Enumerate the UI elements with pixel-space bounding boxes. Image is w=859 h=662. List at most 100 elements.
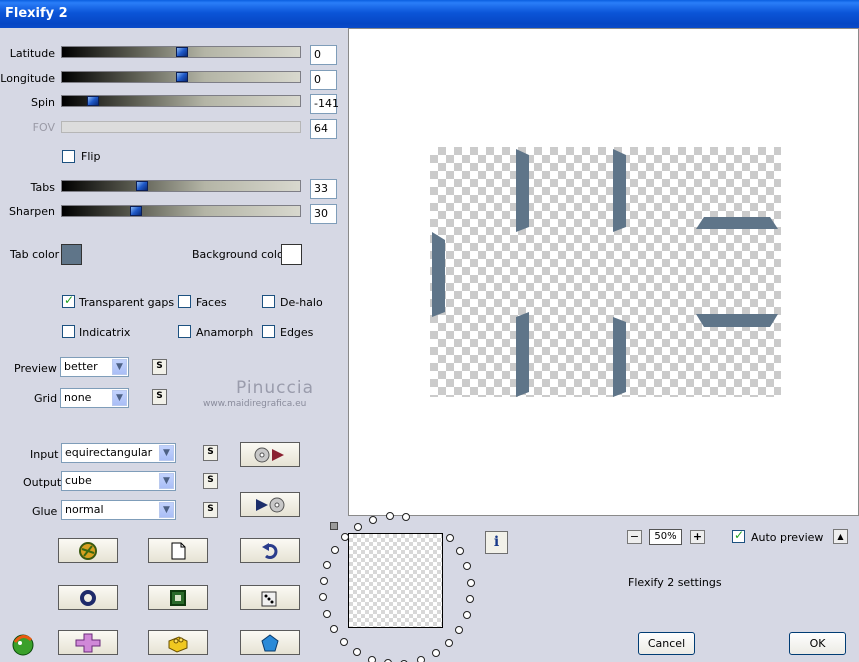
de-halo-checkbox[interactable] bbox=[262, 295, 275, 308]
longitude-field[interactable]: 0 bbox=[310, 70, 337, 90]
anamorph-checkbox[interactable] bbox=[178, 325, 191, 338]
info-button[interactable]: i bbox=[485, 531, 508, 554]
latitude-slider-thumb[interactable] bbox=[176, 47, 188, 57]
brick-button[interactable] bbox=[148, 630, 208, 655]
spin-field[interactable]: -141 bbox=[310, 94, 339, 114]
tab-color-label: Tab color bbox=[10, 248, 60, 261]
longitude-slider[interactable] bbox=[61, 71, 301, 83]
tab-color-swatch[interactable] bbox=[61, 244, 82, 265]
input-s-button[interactable]: S bbox=[203, 445, 218, 461]
pentagon-button[interactable] bbox=[240, 630, 300, 655]
randomize-button[interactable] bbox=[58, 538, 118, 563]
chevron-down-icon[interactable]: ▼ bbox=[112, 390, 127, 406]
cross-button[interactable] bbox=[58, 630, 118, 655]
longitude-slider-thumb[interactable] bbox=[176, 72, 188, 82]
square-button[interactable] bbox=[148, 585, 208, 610]
grid-s-button[interactable]: S bbox=[152, 389, 167, 405]
sharpen-label: Sharpen bbox=[9, 205, 55, 218]
latitude-slider[interactable] bbox=[61, 46, 301, 58]
output-s-button[interactable]: S bbox=[203, 473, 218, 489]
dial-dot[interactable] bbox=[367, 655, 376, 662]
glue-label: Glue bbox=[32, 505, 58, 518]
undo-button[interactable] bbox=[240, 538, 300, 563]
undo-icon bbox=[262, 542, 278, 559]
cube-tabs-graphic bbox=[432, 149, 778, 397]
dial-dot[interactable] bbox=[319, 576, 328, 585]
dial-dot[interactable] bbox=[339, 637, 348, 646]
dial-dot[interactable] bbox=[352, 648, 361, 657]
tabs-field[interactable]: 33 bbox=[310, 179, 337, 199]
dial-dot[interactable] bbox=[446, 534, 455, 543]
ok-button[interactable]: OK bbox=[789, 632, 846, 655]
collapse-button[interactable]: ▲ bbox=[833, 529, 848, 544]
sharpen-field[interactable]: 30 bbox=[310, 204, 337, 224]
thumbnail-preview[interactable] bbox=[348, 533, 443, 628]
zoom-out-button[interactable]: − bbox=[627, 530, 642, 544]
sharpen-slider[interactable] bbox=[61, 205, 301, 217]
tabs-slider-thumb[interactable] bbox=[136, 181, 148, 191]
dial-dot[interactable] bbox=[319, 593, 328, 602]
pentagon-icon bbox=[261, 633, 279, 651]
input-select[interactable]: equirectangular ▼ bbox=[61, 443, 176, 463]
load-input-button[interactable] bbox=[240, 442, 300, 467]
dial-dot[interactable] bbox=[329, 624, 338, 633]
new-button[interactable] bbox=[148, 538, 208, 563]
glue-s-button[interactable]: S bbox=[203, 502, 218, 518]
transparent-gaps-label: Transparent gaps bbox=[79, 296, 175, 309]
anamorph-label: Anamorph bbox=[196, 326, 254, 339]
transparent-gaps-checkbox[interactable]: ✓ bbox=[62, 293, 75, 308]
grid-select[interactable]: none ▼ bbox=[60, 388, 129, 408]
auto-preview-checkbox[interactable]: ✓ bbox=[732, 528, 745, 543]
chevron-down-icon[interactable]: ▼ bbox=[159, 473, 174, 489]
dial-dot[interactable] bbox=[431, 649, 440, 658]
dial-dot[interactable] bbox=[354, 522, 363, 531]
latitude-field[interactable]: 0 bbox=[310, 45, 337, 65]
dial-dot[interactable] bbox=[330, 545, 339, 554]
dial-dot[interactable] bbox=[463, 562, 472, 571]
dial-dot[interactable] bbox=[369, 515, 378, 524]
window-title: Flexify 2 bbox=[5, 6, 68, 21]
output-select[interactable]: cube ▼ bbox=[61, 471, 176, 491]
tabs-slider[interactable] bbox=[61, 180, 301, 192]
chevron-down-icon[interactable]: ▼ bbox=[112, 359, 127, 375]
dial-dot[interactable] bbox=[466, 578, 475, 587]
spin-slider-thumb[interactable] bbox=[87, 96, 99, 106]
brick-icon bbox=[168, 635, 188, 653]
play-disc-icon bbox=[256, 497, 285, 512]
chevron-down-icon[interactable]: ▼ bbox=[159, 445, 174, 461]
save-output-button[interactable] bbox=[240, 492, 300, 517]
background-color-swatch[interactable] bbox=[281, 244, 302, 265]
faces-checkbox[interactable] bbox=[178, 295, 191, 308]
longitude-label: Longitude bbox=[0, 72, 55, 85]
sharpen-slider-thumb[interactable] bbox=[130, 206, 142, 216]
glue-select[interactable]: normal ▼ bbox=[61, 500, 176, 520]
dial-dot[interactable] bbox=[323, 560, 332, 569]
dice-button[interactable] bbox=[240, 585, 300, 610]
dial-dot[interactable] bbox=[444, 639, 453, 648]
fov-slider bbox=[61, 121, 301, 133]
edges-checkbox[interactable] bbox=[262, 325, 275, 338]
preview-s-button[interactable]: S bbox=[152, 359, 167, 375]
preview-select[interactable]: better ▼ bbox=[60, 357, 129, 377]
dial-dot[interactable] bbox=[385, 512, 394, 521]
indicatrix-checkbox[interactable] bbox=[62, 325, 75, 338]
spin-slider[interactable] bbox=[61, 95, 301, 107]
dial-dot[interactable] bbox=[416, 656, 425, 662]
flexify-logo-icon[interactable] bbox=[10, 630, 36, 659]
dial-dot[interactable] bbox=[462, 611, 471, 620]
dial-dot[interactable] bbox=[466, 595, 475, 604]
dial-handle[interactable] bbox=[330, 522, 338, 530]
fov-field[interactable]: 64 bbox=[310, 119, 337, 139]
spin-label: Spin bbox=[31, 96, 55, 109]
zoom-level[interactable]: 50% bbox=[649, 529, 682, 545]
input-select-value: equirectangular bbox=[65, 446, 153, 459]
chevron-down-icon[interactable]: ▼ bbox=[159, 502, 174, 518]
dial-dot[interactable] bbox=[455, 626, 464, 635]
dial-dot[interactable] bbox=[456, 547, 465, 556]
zoom-in-button[interactable]: + bbox=[690, 530, 705, 544]
dial-dot[interactable] bbox=[402, 512, 411, 521]
cancel-button[interactable]: Cancel bbox=[638, 632, 695, 655]
dial-dot[interactable] bbox=[322, 609, 331, 618]
circle-button[interactable] bbox=[58, 585, 118, 610]
flip-checkbox[interactable] bbox=[62, 150, 75, 163]
